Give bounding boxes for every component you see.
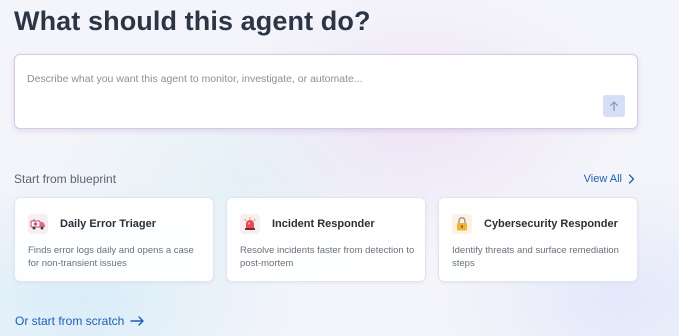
ambulance-icon bbox=[28, 214, 48, 234]
view-all-link[interactable]: View All bbox=[584, 173, 635, 185]
agent-prompt-input[interactable] bbox=[27, 69, 587, 89]
card-title: Daily Error Triager bbox=[60, 218, 156, 230]
card-title: Incident Responder bbox=[272, 218, 375, 230]
agent-prompt-box[interactable] bbox=[14, 54, 638, 129]
card-title: Cybersecurity Responder bbox=[484, 218, 618, 230]
view-all-label: View All bbox=[583, 173, 622, 185]
start-from-scratch-link[interactable]: Or start from scratch bbox=[15, 314, 145, 328]
chevron-right-icon bbox=[628, 174, 635, 184]
card-description: Identify threats and surface remediation… bbox=[452, 245, 619, 269]
submit-button[interactable] bbox=[603, 95, 625, 117]
blueprint-card-cybersecurity-responder[interactable]: Cybersecurity Responder Identify threats… bbox=[438, 197, 638, 282]
arrow-right-icon bbox=[130, 316, 145, 326]
start-from-scratch-label: Or start from scratch bbox=[15, 314, 125, 328]
card-description: Finds error logs daily and opens a case … bbox=[28, 245, 194, 269]
blueprint-card-incident-responder[interactable]: Incident Responder Resolve incidents fas… bbox=[226, 197, 426, 282]
page-title: What should this agent do? bbox=[14, 6, 371, 36]
siren-icon bbox=[240, 214, 260, 234]
blueprint-card-daily-error-triager[interactable]: Daily Error Triager Finds error logs dai… bbox=[14, 197, 214, 282]
lock-icon bbox=[452, 214, 472, 234]
arrow-up-icon bbox=[609, 101, 619, 112]
card-description: Resolve incidents faster from detection … bbox=[240, 245, 415, 269]
blueprint-section-label: Start from blueprint bbox=[14, 172, 117, 186]
